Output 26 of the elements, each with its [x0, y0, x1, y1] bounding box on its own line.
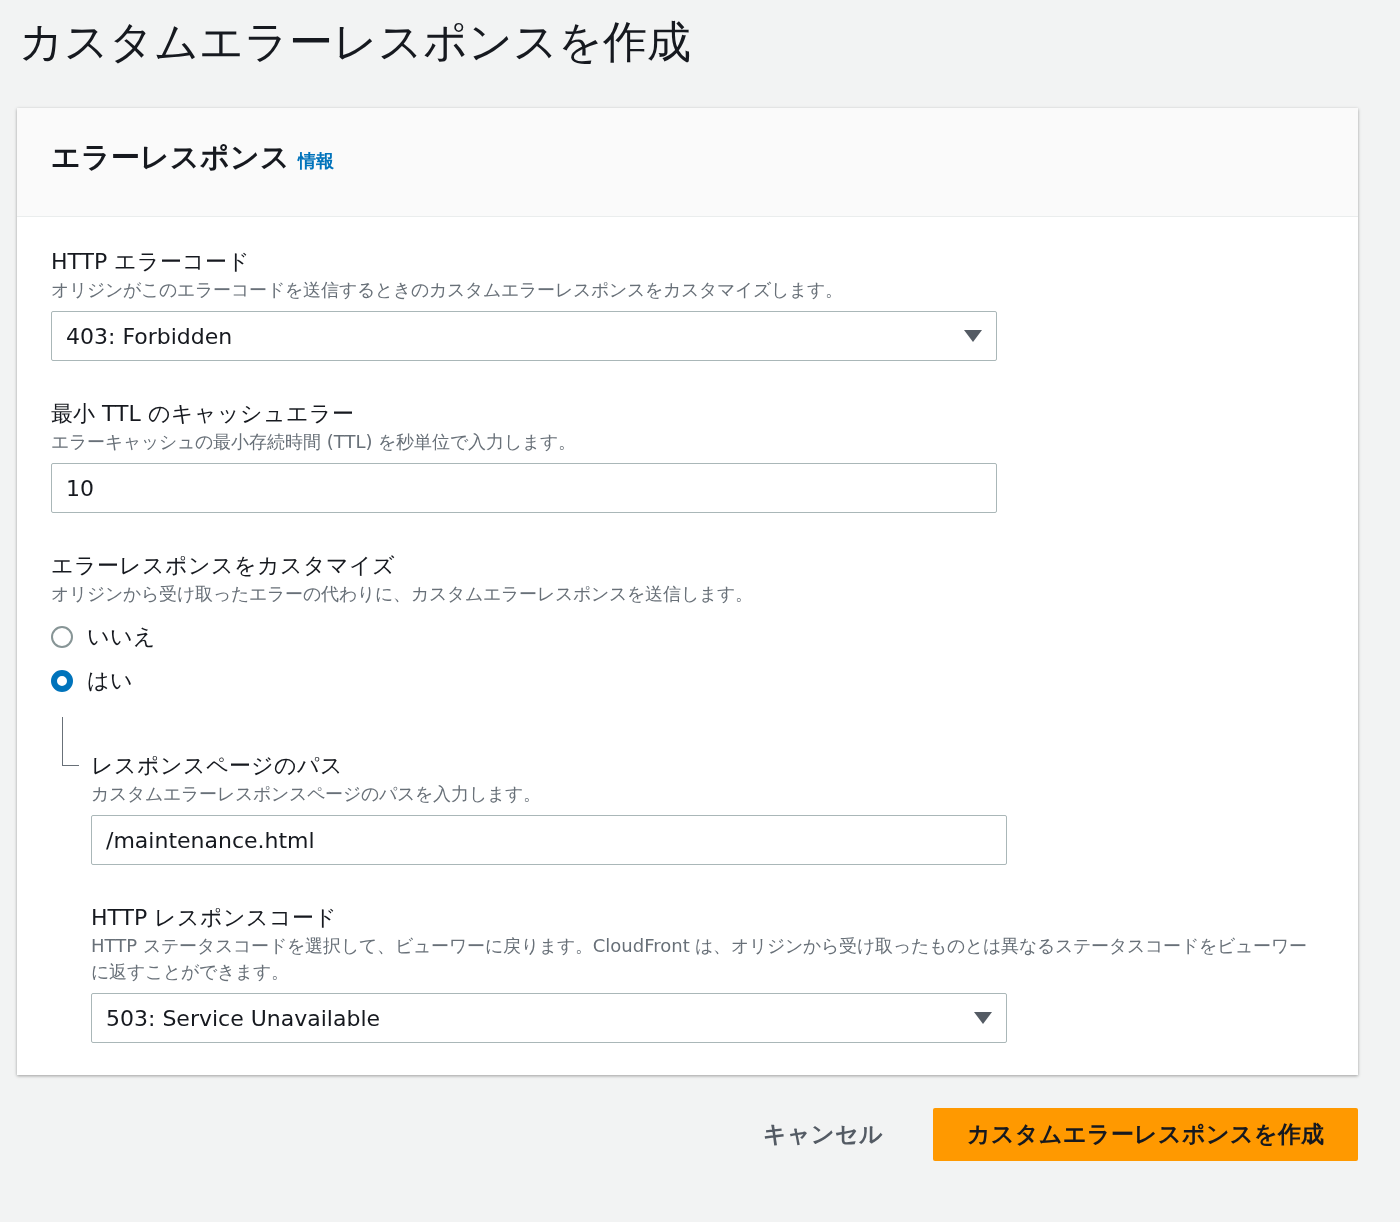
caret-down-icon: [964, 330, 982, 342]
select-dropdown[interactable]: 403: Forbidden: [51, 311, 997, 361]
radio-button[interactable]: [51, 626, 73, 648]
field-label: HTTP エラーコード: [51, 248, 252, 276]
field-label: HTTP レスポンスコード: [91, 904, 339, 932]
page-title: カスタムエラーレスポンスを作成: [19, 15, 692, 69]
input-field[interactable]: /maintenance.html: [91, 815, 1007, 865]
caret-down-icon: [974, 1012, 992, 1024]
radio-button[interactable]: [51, 670, 73, 692]
field-label: 最小 TTL のキャッシュエラー: [51, 400, 355, 428]
tree-connector: [62, 717, 79, 766]
input-field[interactable]: 10: [51, 463, 997, 513]
field-description: HTTP ステータスコードを選択して、ビューワーに戻ります。CloudFront は、オリジンから受け取ったものとは異なるステータスコードをビューワーに返すことができます。: [91, 934, 1309, 984]
create-button[interactable]: カスタムエラーレスポンスを作成: [933, 1108, 1358, 1161]
field-description: カスタムエラーレスポンスページのパスを入力します。: [91, 782, 542, 806]
field-label: エラーレスポンスをカスタマイズ: [51, 552, 396, 580]
panel-title: エラーレスポンス: [51, 139, 290, 176]
cancel-button[interactable]: キャンセル: [763, 1119, 883, 1150]
radio-label[interactable]: はい: [87, 666, 133, 696]
info-link[interactable]: 情報: [298, 149, 334, 173]
field-description: オリジンがこのエラーコードを送信するときのカスタムエラーレスポンスをカスタマイズします。: [51, 278, 844, 302]
field-label: レスポンスページのパス: [91, 752, 344, 780]
field-description: オリジンから受け取ったエラーの代わりに、カスタムエラーレスポンスを送信します。: [51, 582, 754, 606]
radio-label[interactable]: いいえ: [87, 622, 156, 652]
field-description: エラーキャッシュの最小存続時間 (TTL) を秒単位で入力します。: [51, 430, 578, 454]
select-dropdown[interactable]: 503: Service Unavailable: [91, 993, 1007, 1043]
